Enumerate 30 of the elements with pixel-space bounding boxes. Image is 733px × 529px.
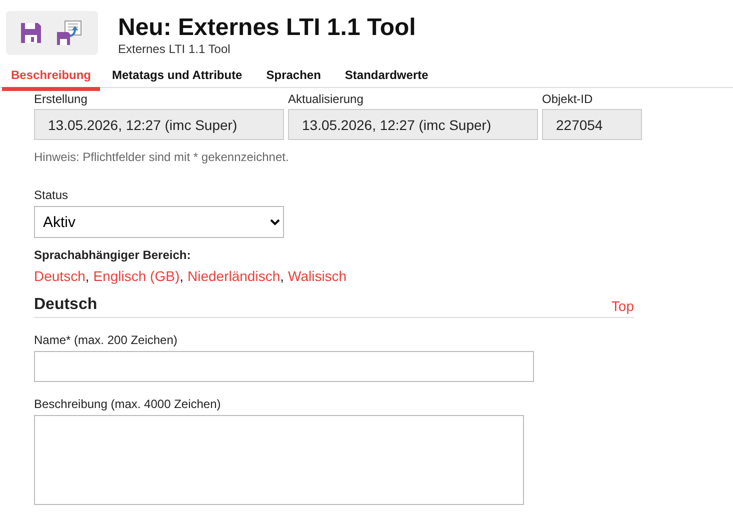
language-link[interactable]: Englisch (GB) <box>93 268 180 284</box>
readonly-field: 227054 <box>542 109 642 140</box>
tab[interactable]: Metatags und Attribute <box>100 63 254 91</box>
hint-text: Hinweis: Pflichtfelder sind mit * gekennzeichnet. <box>34 150 290 164</box>
comma-separator: , <box>85 268 90 284</box>
tab[interactable]: Standardwerte <box>332 63 440 91</box>
field-label: Beschreibung (max. 4000 Zeichen) <box>34 397 222 411</box>
page-title: Neu: Externes LTI 1.1 Tool <box>118 14 416 42</box>
page-subtitle: Externes LTI 1.1 Tool <box>118 42 232 56</box>
field-label: Name* (max. 200 Zeichen) <box>34 333 178 347</box>
language-link[interactable]: Walisisch <box>288 268 347 284</box>
readonly-field: 13.05.2026, 12:27 (imc Super) <box>288 109 538 140</box>
readonly-field: 13.05.2026, 12:27 (imc Super) <box>34 109 284 140</box>
comma-separator: , <box>280 268 284 284</box>
section-heading: Deutsch <box>34 296 98 314</box>
field-label: Objekt-ID <box>542 92 594 106</box>
field-label: Erstellung <box>34 92 88 106</box>
top-link[interactable]: Top <box>611 298 634 314</box>
status-dropdown[interactable]: Aktiv <box>34 206 284 238</box>
comma-separator: , <box>180 268 184 284</box>
save-copy-icon[interactable] <box>56 20 82 46</box>
field-label: Status <box>34 188 70 202</box>
save-icon[interactable] <box>20 22 42 44</box>
name-input[interactable] <box>34 351 534 382</box>
tab[interactable]: Beschreibung <box>2 63 100 91</box>
tab[interactable]: Sprachen <box>254 63 333 91</box>
section-label: Sprachabhängiger Bereich: <box>34 248 192 262</box>
language-link[interactable]: Niederländisch <box>188 268 280 284</box>
language-link[interactable]: Deutsch <box>34 268 86 284</box>
field-label: Aktualisierung <box>288 92 364 106</box>
